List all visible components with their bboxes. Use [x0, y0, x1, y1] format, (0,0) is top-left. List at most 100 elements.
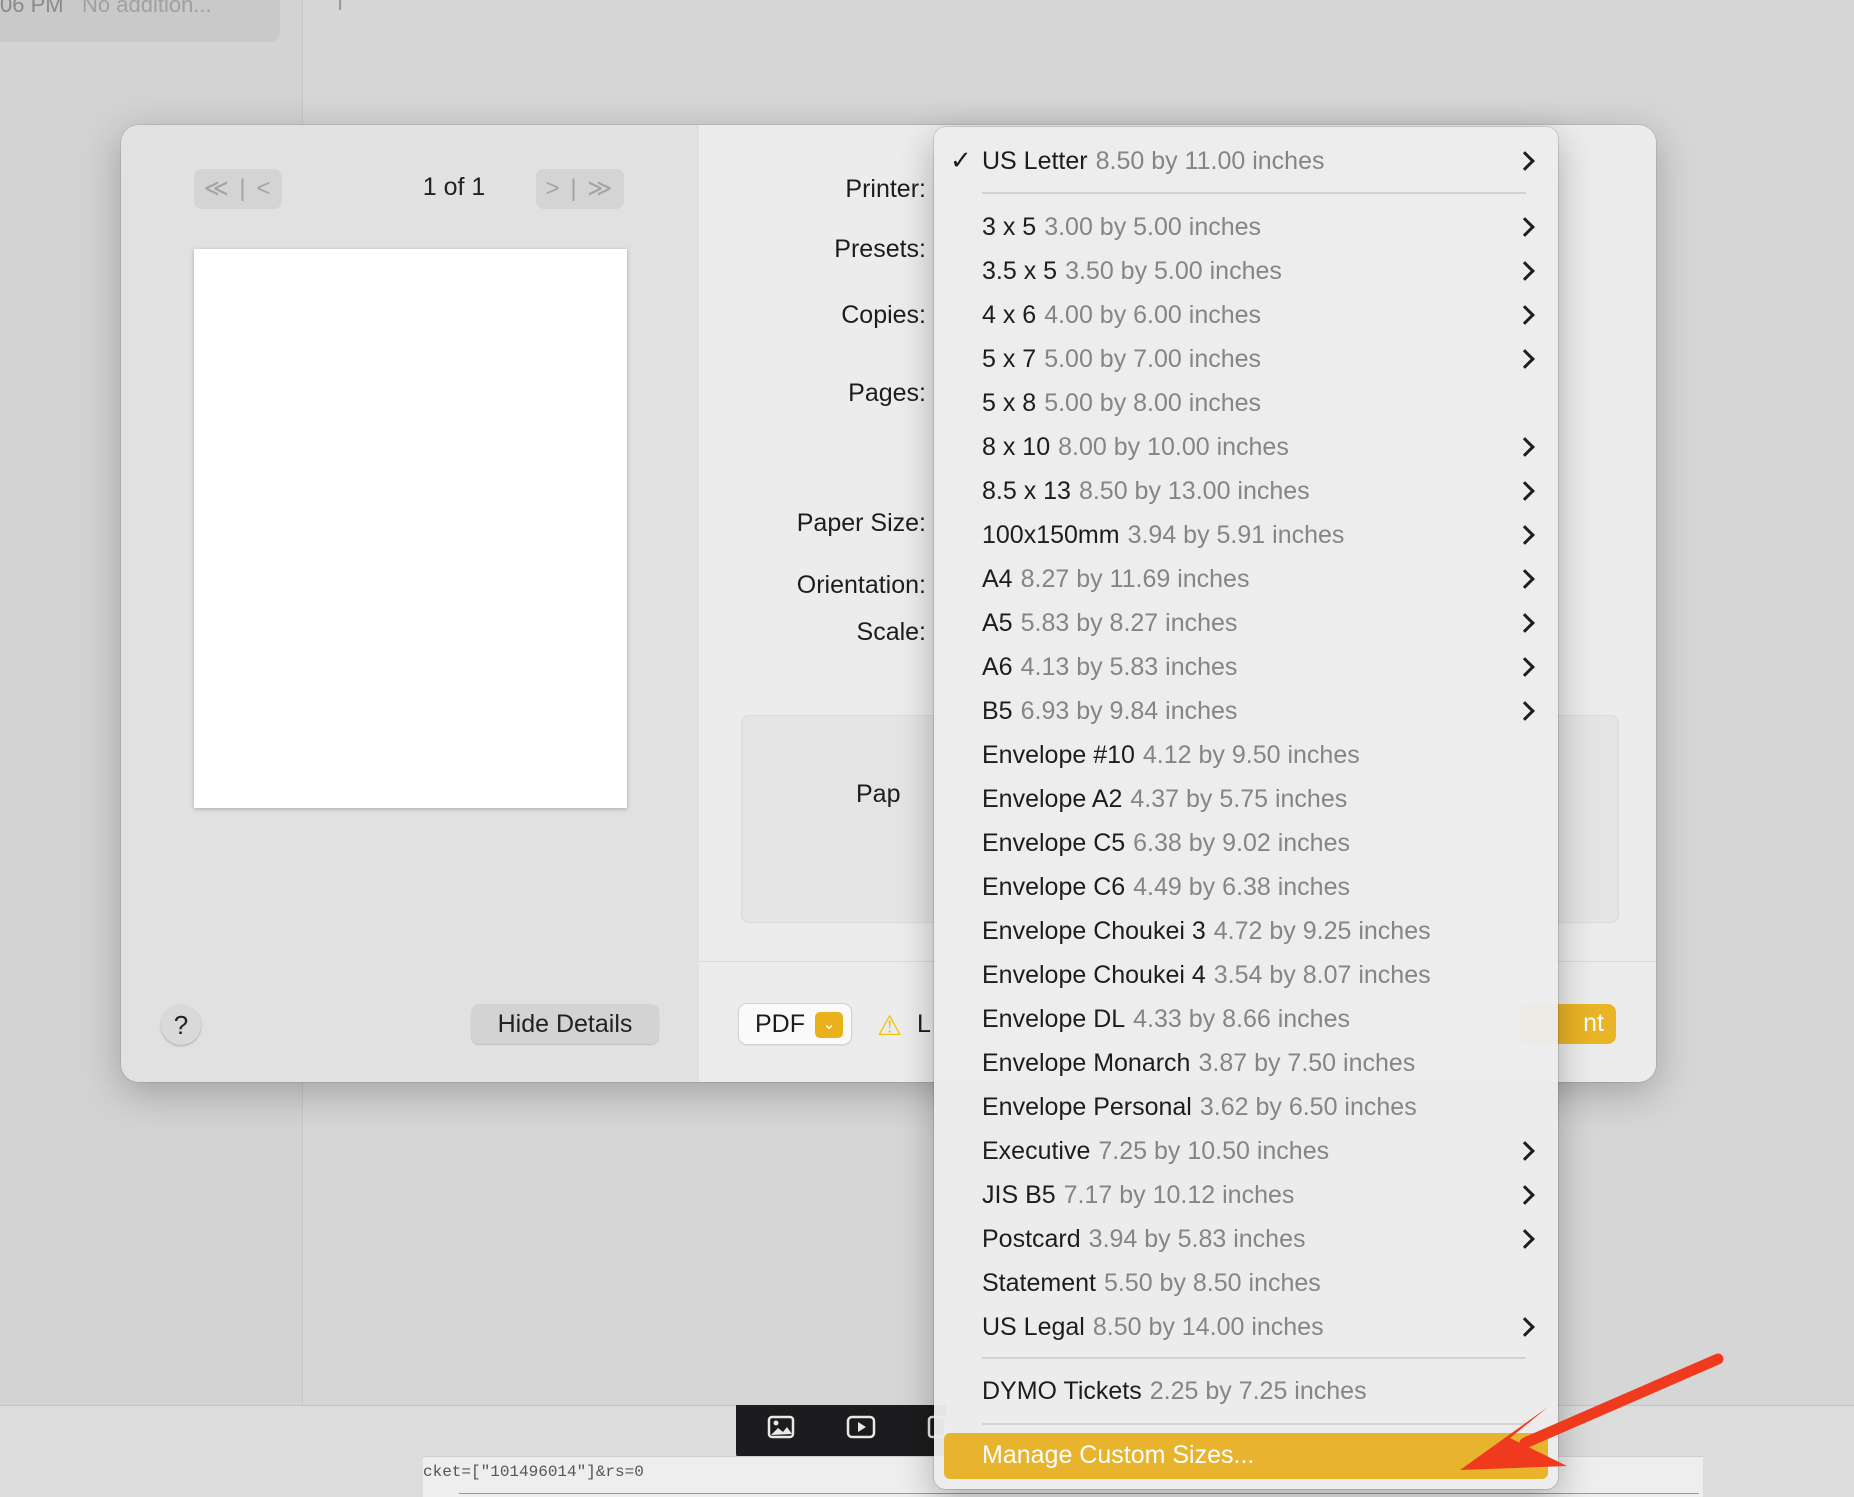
chevron-right-icon	[1518, 1185, 1532, 1199]
first-prev-page-button[interactable]: ≪ | <	[194, 169, 282, 209]
chevron-right-icon	[1518, 151, 1532, 165]
menu-item-dims: 5.00 by 8.00 inches	[1044, 389, 1262, 417]
warning-text: L	[917, 1010, 931, 1038]
menu-item[interactable]: Statement 5.50 by 8.50 inches	[934, 1263, 1558, 1307]
menu-item-name: Envelope C6	[982, 873, 1126, 901]
menu-item[interactable]: A6 4.13 by 5.83 inches	[934, 647, 1558, 691]
menu-item[interactable]: Envelope C5 6.38 by 9.02 inches	[934, 823, 1558, 867]
printer-label: Printer:	[845, 175, 926, 203]
menu-item-name: US Letter	[982, 147, 1088, 175]
menu-item[interactable]: B5 6.93 by 9.84 inches	[934, 691, 1558, 735]
menu-item[interactable]: A5 5.83 by 8.27 inches	[934, 603, 1558, 647]
menu-item-name: Envelope Monarch	[982, 1049, 1191, 1077]
chevron-down-icon: ⌄	[815, 1012, 843, 1038]
menu-item-dims: 4.37 by 5.75 inches	[1130, 785, 1348, 813]
menu-item-dims: 4.33 by 8.66 inches	[1133, 1005, 1350, 1033]
paper-size-menu: ✓ US Letter 8.50 by 11.00 inches 3 x 5 3.0…	[934, 127, 1558, 1489]
menu-item-us-letter[interactable]: ✓ US Letter 8.50 by 11.00 inches	[934, 141, 1558, 185]
menu-item-name: Envelope #10	[982, 741, 1135, 769]
checkmark-icon: ✓	[950, 145, 972, 175]
menu-item-dims: 7.17 by 10.12 inches	[1063, 1181, 1295, 1209]
paper-box-label: Pap	[856, 780, 901, 808]
page-preview	[194, 249, 627, 808]
menu-item-dims: 5.50 by 8.50 inches	[1103, 1269, 1321, 1297]
menu-item-name: Executive	[982, 1137, 1091, 1165]
menu-item-name: Envelope Personal	[982, 1093, 1192, 1121]
menu-separator	[982, 1357, 1526, 1359]
menu-item[interactable]: 3 x 5 3.00 by 5.00 inches	[934, 207, 1558, 251]
chevron-right-icon	[1518, 1317, 1532, 1331]
menu-item[interactable]: 5 x 8 5.00 by 8.00 inches	[934, 383, 1558, 427]
hide-details-button[interactable]: Hide Details	[471, 1004, 659, 1044]
menu-item[interactable]: Envelope Choukei 4 3.54 by 8.07 inches	[934, 955, 1558, 999]
background-text-cursor: I	[337, 0, 344, 15]
video-icon[interactable]	[846, 1415, 876, 1441]
menu-item[interactable]: Envelope Monarch 3.87 by 7.50 inches	[934, 1043, 1558, 1087]
menu-item[interactable]: Executive 7.25 by 10.50 inches	[934, 1131, 1558, 1175]
menu-item-dims: 3.94 by 5.91 inches	[1127, 521, 1345, 549]
menu-item-dims: 4.12 by 9.50 inches	[1142, 741, 1360, 769]
menu-item-name: Envelope DL	[982, 1005, 1126, 1033]
menu-item[interactable]: 5 x 7 5.00 by 7.00 inches	[934, 339, 1558, 383]
next-last-page-button[interactable]: > | ≫	[536, 169, 624, 209]
menu-item-dims: 3.54 by 8.07 inches	[1213, 961, 1431, 989]
chevron-right-icon	[1518, 217, 1532, 231]
menu-item-dims: 6.93 by 9.84 inches	[1020, 697, 1238, 725]
menu-item-name: 4 x 6	[982, 301, 1037, 329]
menu-item-dims: 2.25 by 7.25 inches	[1149, 1377, 1367, 1405]
orientation-label: Orientation:	[796, 571, 926, 599]
menu-item[interactable]: Envelope A2 4.37 by 5.75 inches	[934, 779, 1558, 823]
menu-separator	[982, 192, 1526, 194]
menu-item[interactable]: Postcard 3.94 by 5.83 inches	[934, 1219, 1558, 1263]
menu-separator	[982, 1423, 1526, 1425]
menu-item-dims: 4.13 by 5.83 inches	[1020, 653, 1238, 681]
menu-item-name: 5 x 7	[982, 345, 1037, 373]
chevron-right-icon	[1518, 305, 1532, 319]
background-media-toolbar	[736, 1405, 947, 1461]
background-item-time: 06 PM	[0, 0, 64, 17]
menu-item[interactable]: 8 x 10 8.00 by 10.00 inches	[934, 427, 1558, 471]
menu-item[interactable]: Envelope DL 4.33 by 8.66 inches	[934, 999, 1558, 1043]
chevron-right-icon	[1518, 261, 1532, 275]
menu-item[interactable]: Envelope Personal 3.62 by 6.50 inches	[934, 1087, 1558, 1131]
chevron-right-icon	[1518, 569, 1532, 583]
url-fragment: cket=["101496014"]&rs=0	[423, 1463, 644, 1481]
pdf-menu-button[interactable]: PDF ⌄	[739, 1004, 851, 1044]
menu-item[interactable]: Envelope C6 4.49 by 6.38 inches	[934, 867, 1558, 911]
help-button[interactable]: ?	[161, 1005, 201, 1045]
chevron-right-icon	[1518, 701, 1532, 715]
menu-item-name: A5	[982, 609, 1013, 637]
print-label: nt	[1583, 1009, 1604, 1037]
menu-item[interactable]: 3.5 x 5 3.50 by 5.00 inches	[934, 251, 1558, 295]
image-icon[interactable]	[766, 1415, 796, 1441]
menu-item[interactable]: JIS B5 7.17 by 10.12 inches	[934, 1175, 1558, 1219]
menu-item-dims: 8.50 by 11.00 inches	[1095, 147, 1325, 175]
menu-item[interactable]: A4 8.27 by 11.69 inches	[934, 559, 1558, 603]
menu-item-name: 8 x 10	[982, 433, 1051, 461]
pages-label: Pages:	[848, 379, 926, 407]
menu-item-dims: 8.50 by 13.00 inches	[1078, 477, 1310, 505]
menu-item[interactable]: 100x150mm 3.94 by 5.91 inches	[934, 515, 1558, 559]
menu-item[interactable]: Envelope #10 4.12 by 9.50 inches	[934, 735, 1558, 779]
menu-item-dims: 3.50 by 5.00 inches	[1065, 257, 1282, 285]
menu-item-name: 5 x 8	[982, 389, 1037, 417]
manage-custom-sizes-label: Manage Custom Sizes...	[982, 1441, 1255, 1469]
menu-item-name: 100x150mm	[982, 521, 1120, 549]
menu-item-name: 8.5 x 13	[982, 477, 1071, 505]
chevron-right-icon	[1518, 657, 1532, 671]
menu-item-dims: 3.94 by 5.83 inches	[1088, 1225, 1306, 1253]
chevron-right-icon	[1518, 1229, 1532, 1243]
chevron-right-icon	[1518, 613, 1532, 627]
menu-item-dims: 5.00 by 7.00 inches	[1044, 345, 1262, 373]
menu-item-dims: 8.27 by 11.69 inches	[1020, 565, 1250, 593]
menu-item-name: Envelope Choukei 3	[982, 917, 1206, 945]
menu-item-dims: 8.00 by 10.00 inches	[1058, 433, 1289, 461]
menu-item-dims: 7.25 by 10.50 inches	[1098, 1137, 1330, 1165]
scale-label: Scale:	[856, 618, 926, 646]
menu-item[interactable]: 4 x 6 4.00 by 6.00 inches	[934, 295, 1558, 339]
menu-item-dims: 4.72 by 9.25 inches	[1213, 917, 1431, 945]
menu-item-name: A4	[982, 565, 1013, 593]
menu-item[interactable]: Envelope Choukei 3 4.72 by 9.25 inches	[934, 911, 1558, 955]
menu-item-name: B5	[982, 697, 1013, 725]
menu-item[interactable]: 8.5 x 13 8.50 by 13.00 inches	[934, 471, 1558, 515]
